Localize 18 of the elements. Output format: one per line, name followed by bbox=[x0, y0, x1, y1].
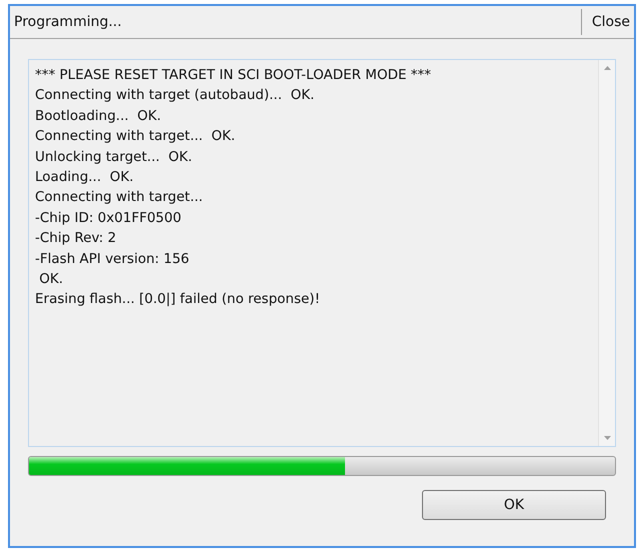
close-button[interactable]: Close bbox=[580, 9, 634, 35]
log-line: -Flash API version: 156 bbox=[35, 250, 190, 269]
log-line: Loading... OK. bbox=[35, 168, 134, 188]
log-line: -Chip Rev: 2 bbox=[35, 229, 118, 248]
log-line: *** PLEASE RESET TARGET IN SCI BOOT-LOADER MODE *** bbox=[35, 66, 432, 85]
log-line: Connecting with target... bbox=[35, 188, 204, 208]
log-line: OK. bbox=[38, 270, 64, 290]
log-line: Unlocking target... OK. bbox=[35, 148, 194, 167]
log-line: Connecting with target (autobaud)... OK. bbox=[35, 86, 316, 106]
log-line: Erasing flash... [0.0|] failed (no response)! bbox=[35, 290, 321, 310]
log-line: -Chip ID: 0x01FF0500 bbox=[35, 208, 182, 228]
scroll-down-icon[interactable] bbox=[604, 436, 610, 440]
window-title: Programming... bbox=[14, 14, 123, 30]
scroll-up-icon[interactable] bbox=[604, 66, 610, 70]
log-line: Connecting with target... OK. bbox=[35, 127, 236, 146]
scrollbar[interactable] bbox=[598, 60, 615, 446]
log-line: Bootloading... OK. bbox=[35, 106, 162, 126]
ok-button[interactable]: OK bbox=[422, 490, 606, 520]
